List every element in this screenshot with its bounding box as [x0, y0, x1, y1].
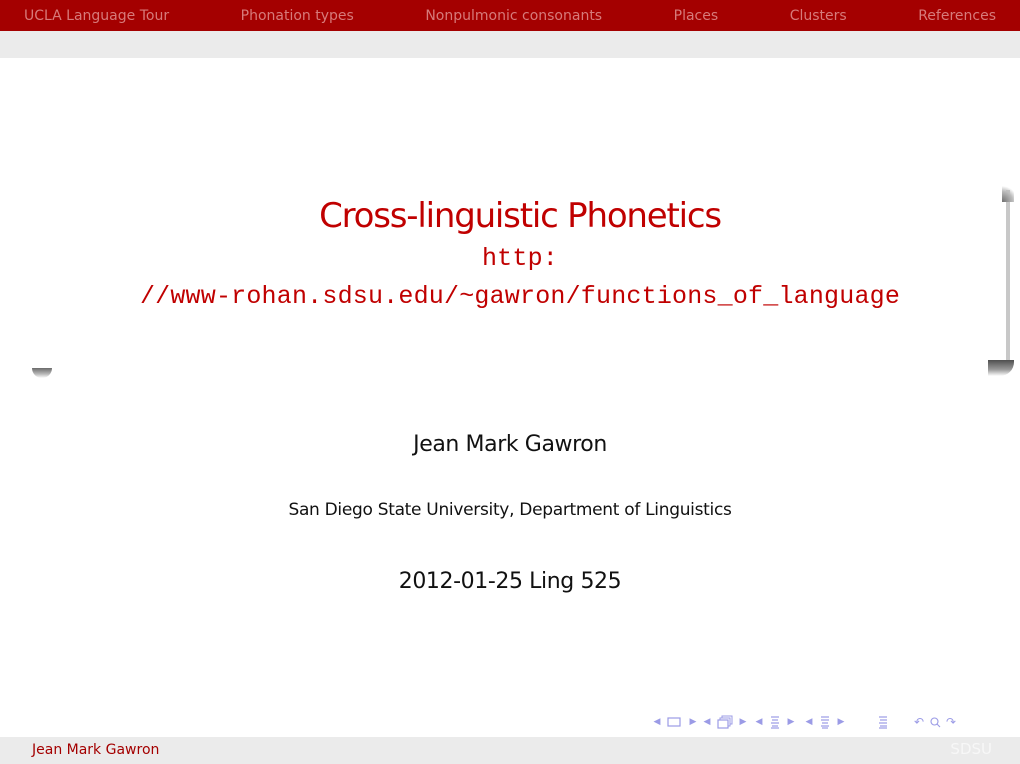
nav-section-nonpulmonic-consonants[interactable]: Nonpulmonic consonants	[425, 8, 602, 24]
prev-subsection-icon[interactable]: ◀	[750, 712, 768, 732]
nav-section-places[interactable]: Places	[674, 8, 719, 24]
frame-shadow-bottom-left	[32, 368, 52, 378]
nav-section-ucla-language-tour[interactable]: UCLA Language Tour	[24, 8, 169, 24]
beamer-navigation-symbols: ◀ ▶ ◀ ▶ ◀ ▶ ◀ ▶ ↶ ↷	[652, 712, 1018, 732]
slide-title: Cross-linguistic Phonetics	[319, 196, 722, 236]
section-icon[interactable]	[818, 715, 832, 729]
nav-section-references[interactable]: References	[918, 8, 996, 24]
prev-section-icon[interactable]: ◀	[800, 712, 818, 732]
document-icon[interactable]	[872, 715, 894, 729]
next-subsection-icon[interactable]: ▶	[782, 712, 800, 732]
url-link-part2[interactable]: //www-rohan.sdsu.edu/~gawron/functions_o…	[30, 282, 1010, 311]
footer-bar: Jean Mark Gawron SDSU	[0, 737, 1020, 764]
slide-icon[interactable]	[662, 717, 686, 727]
subsection-bar	[0, 31, 1020, 58]
frame-shadow-bottom-right	[988, 360, 1014, 376]
search-icon[interactable]	[928, 716, 942, 728]
footer-author: Jean Mark Gawron	[32, 742, 160, 758]
title-block: Cross-linguistic Phonetics http: //www-r…	[30, 186, 1014, 378]
nav-section-clusters[interactable]: Clusters	[790, 8, 847, 24]
nav-section-phonation-types[interactable]: Phonation types	[241, 8, 354, 24]
footer-institute: SDSU	[950, 740, 992, 758]
institute: San Diego State University, Department o…	[288, 500, 732, 520]
next-slide-icon[interactable]: ▶	[686, 712, 700, 732]
back-icon[interactable]: ↶	[910, 712, 928, 732]
next-frame-icon[interactable]: ▶	[736, 712, 750, 732]
date-course: 2012-01-25 Ling 525	[398, 569, 622, 594]
section-navigation-bar: UCLA Language Tour Phonation types Nonpu…	[0, 0, 1020, 31]
author-name: Jean Mark Gawron	[413, 432, 607, 457]
next-section-icon[interactable]: ▶	[832, 712, 850, 732]
url-link-part1[interactable]: http:	[30, 244, 1010, 273]
subsection-icon[interactable]	[768, 715, 782, 729]
prev-frame-icon[interactable]: ◀	[700, 712, 714, 732]
forward-icon[interactable]: ↷	[942, 712, 960, 732]
frame-icon[interactable]	[714, 715, 736, 729]
prev-slide-icon[interactable]: ◀	[652, 712, 662, 732]
